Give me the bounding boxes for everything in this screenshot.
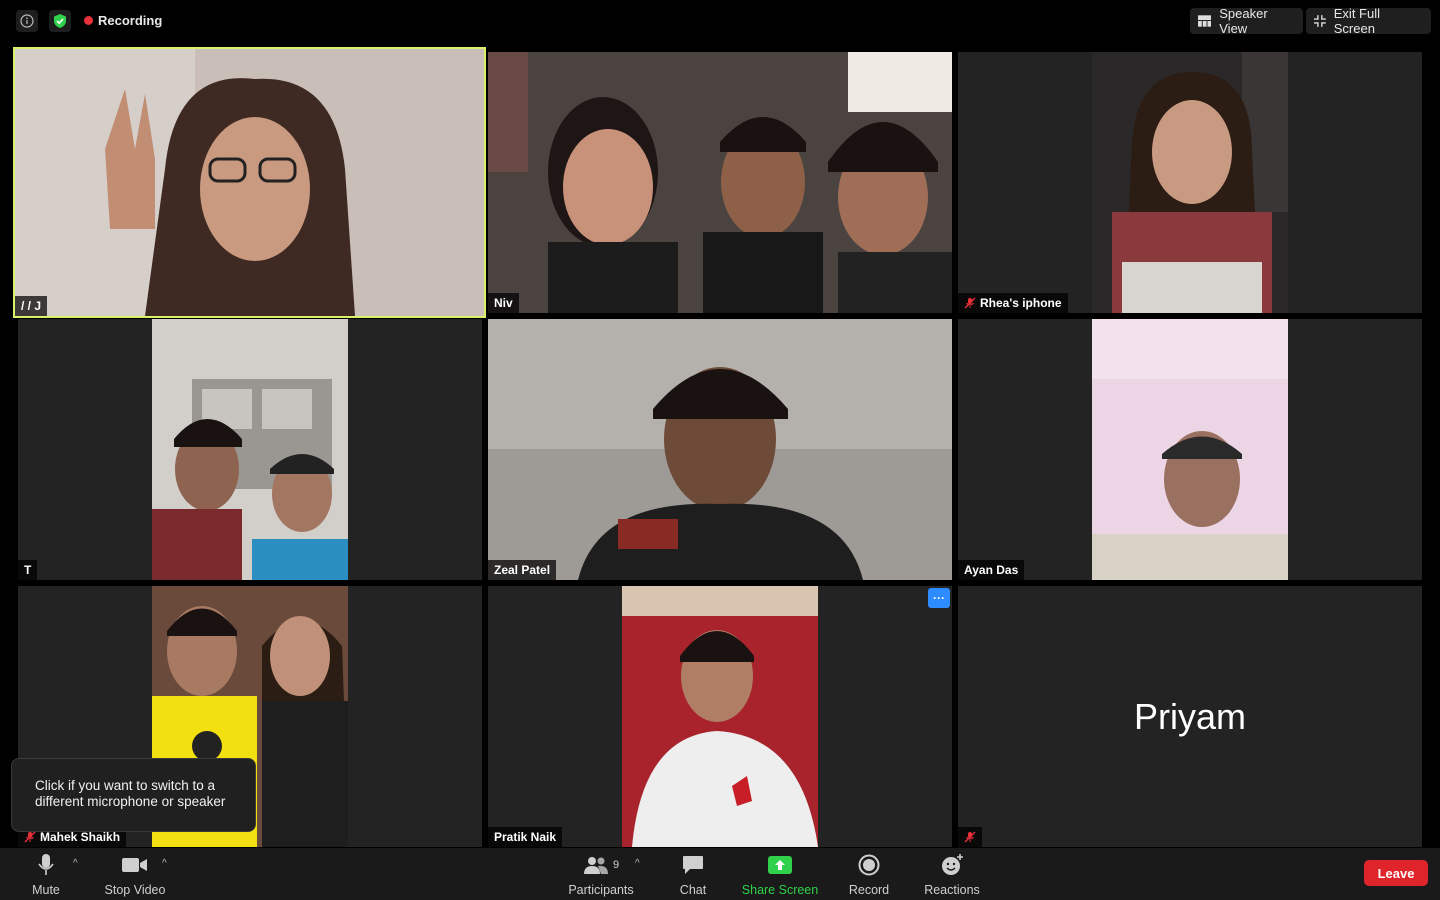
speaker-view-label: Speaker View (1219, 6, 1268, 36)
video-tile[interactable]: T (18, 319, 482, 580)
share-screen-icon (768, 856, 792, 874)
participant-video (488, 319, 952, 580)
mute-button[interactable]: Mute (26, 852, 66, 897)
video-tile[interactable]: Ayan Das (958, 319, 1422, 580)
participants-icon (583, 857, 608, 874)
participant-name-tag: Pratik Naik (488, 827, 563, 847)
audio-tooltip: Click if you want to switch to a differe… (11, 758, 256, 832)
video-tile[interactable]: Rhea's iphone (958, 52, 1422, 313)
recording-label: Recording (98, 13, 163, 28)
stop-video-label: Stop Video (104, 883, 166, 897)
info-icon[interactable] (16, 10, 38, 32)
chat-button[interactable]: Chat (674, 852, 712, 897)
shield-icon[interactable] (49, 10, 71, 32)
participant-video (1092, 52, 1288, 313)
smiley-icon (942, 854, 963, 875)
participant-name: Ayan Das (964, 563, 1019, 577)
ellipsis-icon: ··· (933, 591, 945, 605)
participant-video (152, 319, 348, 580)
record-button[interactable]: Record (846, 852, 892, 897)
microphone-icon (38, 854, 54, 875)
video-tile[interactable]: Zeal Patel (488, 319, 952, 580)
recording-indicator[interactable]: Recording (84, 13, 162, 28)
participant-video (622, 586, 818, 847)
more-options-button[interactable]: ··· (928, 588, 950, 608)
reactions-label: Reactions (924, 883, 980, 897)
video-tile[interactable]: Niv (488, 52, 952, 313)
top-bar: Recording Speaker View Exit Full Screen (0, 0, 1440, 42)
record-icon (858, 854, 880, 876)
participant-name-tag: Niv (488, 293, 519, 313)
video-tile[interactable]: Priyam (958, 586, 1422, 847)
exit-full-screen-label: Exit Full Screen (1333, 6, 1380, 36)
meeting-toolbar: Mute ^ Stop Video ^ 9 Participants ^ Cha… (0, 848, 1440, 900)
video-options-chevron-icon[interactable]: ^ (162, 858, 167, 869)
audio-options-chevron-icon[interactable]: ^ (73, 858, 78, 869)
speaker-view-button[interactable]: Speaker View (1190, 6, 1303, 36)
participant-name: Rhea's iphone (980, 296, 1062, 310)
participant-name-tag: / / J (15, 296, 48, 316)
participant-name-placeholder: Priyam (1133, 695, 1246, 737)
participant-video (15, 49, 484, 316)
participant-name-tag (958, 827, 982, 847)
exit-full-screen-button[interactable]: Exit Full Screen (1306, 6, 1431, 36)
participants-count: 9 (612, 859, 620, 871)
recording-dot-icon (84, 16, 93, 25)
participant-video (488, 52, 952, 313)
share-screen-button[interactable]: Share Screen (738, 852, 822, 897)
mute-label: Mute (32, 883, 60, 897)
collapse-icon (1314, 15, 1326, 27)
participant-name: / / J (21, 299, 42, 313)
participant-name: Pratik Naik (494, 830, 557, 844)
participant-name: Niv (494, 296, 513, 310)
stop-video-button[interactable]: Stop Video (100, 852, 170, 897)
video-tile[interactable]: ··· Pratik Naik (488, 586, 952, 847)
participant-name: Zeal Patel (494, 563, 551, 577)
record-label: Record (848, 883, 890, 897)
participants-button[interactable]: 9 Participants (563, 852, 639, 897)
mic-muted-icon (964, 831, 976, 843)
participant-name-tag: Zeal Patel (488, 560, 557, 580)
mic-muted-icon (24, 831, 36, 843)
mic-muted-icon (964, 297, 976, 309)
leave-button[interactable]: Leave (1364, 860, 1428, 886)
video-camera-icon (122, 858, 147, 872)
video-tile[interactable]: / / J (13, 47, 486, 318)
participant-name-tag: Ayan Das (958, 560, 1025, 580)
grid-icon (1198, 15, 1212, 27)
participant-name: Mahek Shaikh (40, 830, 121, 844)
chat-label: Chat (679, 883, 707, 897)
participants-options-chevron-icon[interactable]: ^ (635, 858, 640, 869)
participant-name-tag: Rhea's iphone (958, 293, 1068, 313)
participants-label: Participants (568, 883, 634, 897)
reactions-button[interactable]: Reactions (920, 852, 984, 897)
participant-name-tag: T (18, 560, 38, 580)
share-screen-label: Share Screen (741, 883, 819, 897)
participant-name: T (24, 563, 32, 577)
chat-bubble-icon (683, 856, 703, 874)
participant-video (1092, 319, 1288, 580)
tooltip-text: Click if you want to switch to a differe… (35, 778, 226, 809)
